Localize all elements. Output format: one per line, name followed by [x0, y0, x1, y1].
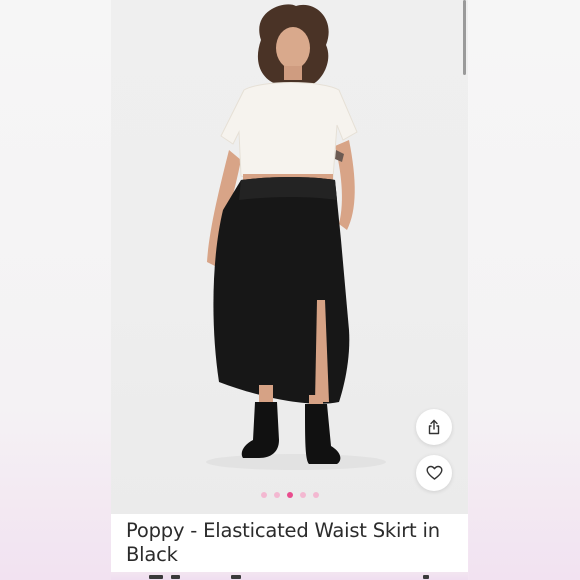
gallery-dot-active[interactable] [286, 492, 293, 498]
product-screen: Poppy - Elasticated Waist Skirt in Black [111, 0, 468, 580]
product-title: Poppy - Elasticated Waist Skirt in Black [126, 519, 440, 566]
left-background [0, 0, 111, 580]
gallery-dot[interactable] [260, 492, 267, 498]
gallery-dot[interactable] [299, 492, 306, 498]
heart-icon [426, 465, 442, 480]
share-icon [428, 419, 440, 435]
gallery-pagination [111, 492, 468, 498]
favorite-button[interactable] [416, 455, 452, 491]
gallery-dot[interactable] [312, 492, 319, 498]
share-button[interactable] [416, 409, 452, 445]
model-photo [206, 4, 386, 470]
scrollbar[interactable] [463, 0, 466, 75]
right-background [469, 0, 580, 580]
gallery-dot[interactable] [273, 492, 280, 498]
product-image[interactable] [111, 0, 468, 514]
truncated-next-line [111, 572, 468, 580]
